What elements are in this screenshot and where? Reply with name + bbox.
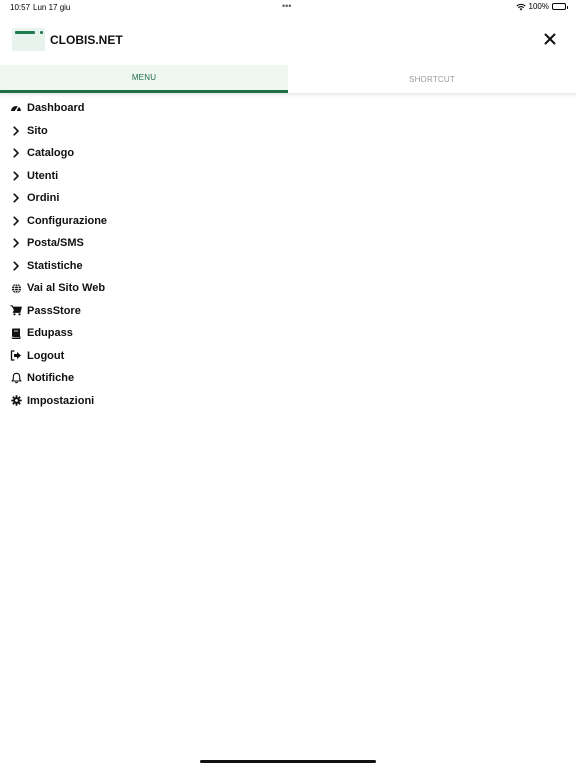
cart-icon (10, 305, 22, 317)
menu-item-label: Dashboard (27, 102, 85, 115)
battery-icon (552, 3, 568, 10)
menu-item-label: Logout (27, 349, 65, 362)
status-date: Lun 17 giu (33, 3, 71, 12)
menu-item-label: PassStore (27, 304, 81, 317)
menu-item-label: Vai al Sito Web (27, 282, 106, 295)
brand-title: CLOBIS.NET (50, 33, 123, 47)
status-time: 10:57 (10, 3, 31, 12)
chevron-right-icon (10, 192, 22, 204)
menu-item-label: Sito (27, 124, 48, 137)
menu-item-notifiche[interactable]: Notifiche (0, 367, 576, 390)
logout-icon (10, 350, 22, 362)
tab-menu[interactable]: MENU (0, 65, 288, 93)
chevron-right-icon (10, 260, 22, 272)
tab-shortcut[interactable]: SHORTCUT (288, 65, 576, 93)
book-icon (10, 327, 22, 339)
menu-item-vai-al-sito-web[interactable]: Vai al Sito Web (0, 277, 576, 300)
tab-shortcut-label: SHORTCUT (409, 74, 455, 84)
main-menu: Dashboard Sito Catalogo Utenti Ordini Co… (0, 97, 576, 412)
status-right: 100% (515, 2, 568, 11)
menu-item-passstore[interactable]: PassStore (0, 300, 576, 323)
status-bar: 10:57 Lun 17 giu ••• 100% (0, 0, 576, 14)
menu-item-label: Statistiche (27, 259, 83, 272)
dashboard-icon (10, 102, 22, 114)
menu-item-label: Edupass (27, 327, 73, 340)
chevron-right-icon (10, 147, 22, 159)
close-button[interactable] (540, 29, 560, 49)
chevron-right-icon (10, 170, 22, 182)
menu-item-statistiche[interactable]: Statistiche (0, 255, 576, 278)
menu-item-label: Catalogo (27, 147, 75, 160)
menu-item-label: Utenti (27, 169, 59, 182)
multitask-dots[interactable]: ••• (282, 1, 291, 11)
menu-item-ordini[interactable]: Ordini (0, 187, 576, 210)
close-icon (544, 33, 556, 45)
chevron-right-icon (10, 125, 22, 137)
app-header: CLOBIS.NET (0, 20, 576, 60)
menu-item-label: Configurazione (27, 214, 108, 227)
menu-item-posta-sms[interactable]: Posta/SMS (0, 232, 576, 255)
menu-item-configurazione[interactable]: Configurazione (0, 210, 576, 233)
bell-icon (10, 372, 22, 384)
menu-item-label: Ordini (27, 192, 60, 205)
menu-item-label: Posta/SMS (27, 237, 84, 250)
menu-item-sito[interactable]: Sito (0, 120, 576, 143)
menu-item-dashboard[interactable]: Dashboard (0, 97, 576, 120)
home-indicator[interactable] (200, 760, 376, 763)
chevron-right-icon (10, 215, 22, 227)
battery-percent: 100% (528, 2, 549, 11)
menu-item-label: Notifiche (27, 372, 75, 385)
menu-item-logout[interactable]: Logout (0, 345, 576, 368)
clobis-logo-icon (12, 28, 45, 51)
tab-menu-label: MENU (131, 73, 157, 82)
menu-item-label: Impostazioni (27, 394, 95, 407)
wifi-icon (515, 3, 526, 10)
menu-item-edupass[interactable]: Edupass (0, 322, 576, 345)
menu-item-utenti[interactable]: Utenti (0, 165, 576, 188)
chevron-right-icon (10, 237, 22, 249)
menu-item-impostazioni[interactable]: Impostazioni (0, 390, 576, 413)
globe-icon (10, 282, 22, 294)
tab-bar: MENU SHORTCUT (0, 65, 576, 93)
menu-item-catalogo[interactable]: Catalogo (0, 142, 576, 165)
gear-icon (10, 395, 22, 407)
